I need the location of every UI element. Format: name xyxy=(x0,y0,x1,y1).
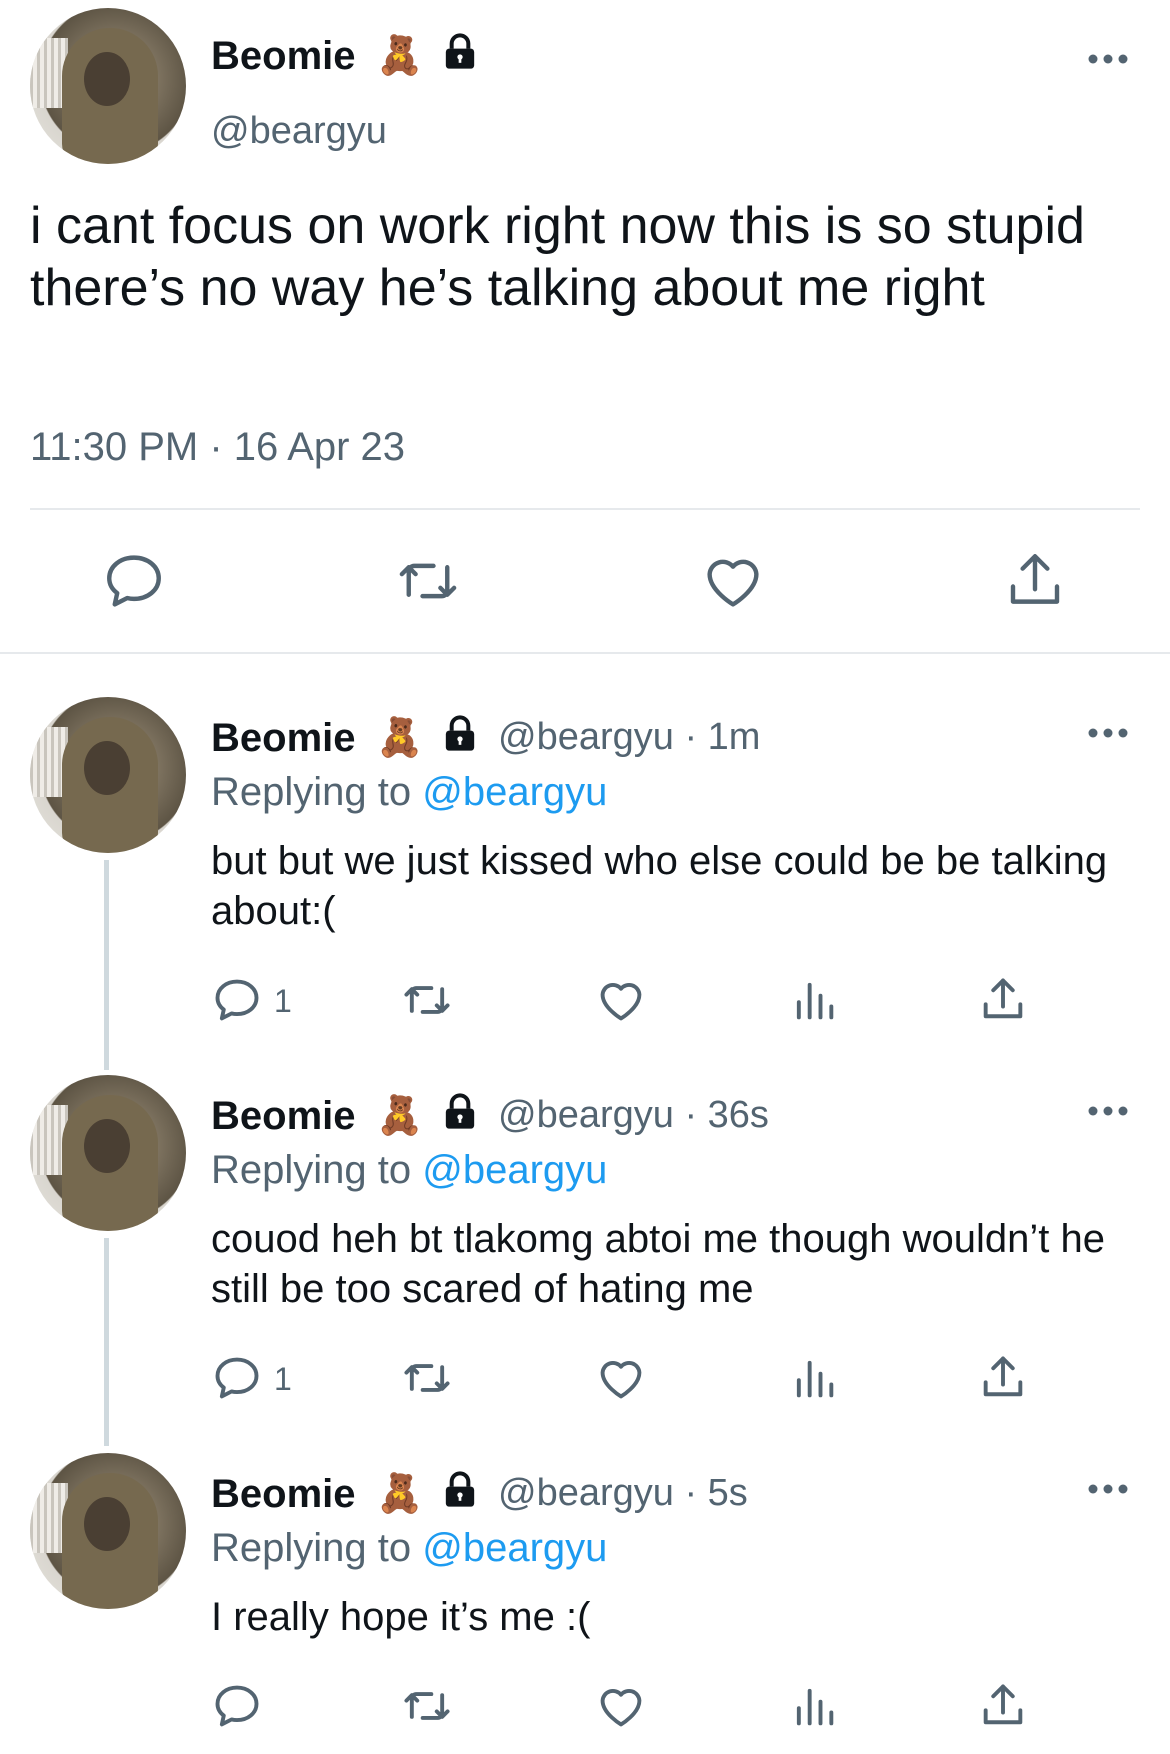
retweet-icon xyxy=(399,563,457,599)
reply-button[interactable] xyxy=(101,548,167,614)
share-button[interactable] xyxy=(977,1352,1029,1404)
tweet-text: couod heh bt tlakomg abtoi me though wou… xyxy=(211,1217,1105,1311)
replying-to: Replying to @beargyu xyxy=(211,770,607,815)
retweet-icon xyxy=(404,1692,450,1720)
avatar[interactable] xyxy=(30,697,186,853)
timestamp[interactable]: 11:30 PM · 16 Apr 23 xyxy=(30,425,405,470)
mention-link[interactable]: @beargyu xyxy=(422,1526,607,1570)
reply-count: 1 xyxy=(274,983,292,1019)
lock-icon xyxy=(445,715,475,751)
avatar[interactable] xyxy=(30,8,186,164)
ellipsis-icon[interactable] xyxy=(1086,1482,1130,1496)
teddy-bear-emoji: 🧸 xyxy=(376,715,424,759)
tweet-text: i cant focus on work right now this is s… xyxy=(30,197,1085,317)
teddy-bear-emoji: 🧸 xyxy=(376,1093,424,1137)
share-icon xyxy=(983,1356,1023,1397)
heart-icon xyxy=(707,559,759,607)
reply-button[interactable] xyxy=(211,1680,263,1732)
share-icon xyxy=(983,1684,1023,1725)
lock-icon xyxy=(445,1093,475,1129)
replying-to: Replying to @beargyu xyxy=(211,1526,607,1571)
handle-time[interactable]: @beargyu · 36s xyxy=(498,1094,769,1137)
tweet-text: I really hope it’s me :( xyxy=(211,1595,591,1639)
heart-icon xyxy=(600,1689,642,1727)
display-name[interactable]: Beomie xyxy=(211,1094,356,1139)
views-button[interactable] xyxy=(788,1680,840,1732)
teddy-bear-emoji: 🧸 xyxy=(376,1471,424,1515)
retweet-button[interactable] xyxy=(401,974,453,1026)
retweet-icon xyxy=(404,986,450,1014)
reply-count: 1 xyxy=(274,1361,292,1397)
retweet-button[interactable] xyxy=(401,1352,453,1404)
reply-button[interactable] xyxy=(211,1352,263,1404)
like-button[interactable] xyxy=(595,1352,647,1404)
bar-chart-icon xyxy=(796,1688,834,1726)
retweet-button[interactable] xyxy=(395,548,461,614)
lock-icon xyxy=(445,1471,475,1507)
replying-to-label: Replying to xyxy=(211,1148,423,1192)
handle-time[interactable]: @beargyu · 5s xyxy=(498,1472,748,1515)
bar-chart-icon xyxy=(796,982,834,1020)
share-button[interactable] xyxy=(977,974,1029,1026)
heart-icon xyxy=(600,983,642,1021)
views-button[interactable] xyxy=(788,974,840,1026)
divider xyxy=(0,652,1170,654)
thread-line xyxy=(104,1238,109,1446)
replying-to: Replying to @beargyu xyxy=(211,1148,607,1193)
ellipsis-icon[interactable] xyxy=(1086,726,1130,740)
bar-chart-icon xyxy=(796,1360,834,1398)
speech-bubble-icon xyxy=(215,1685,259,1727)
handle-time[interactable]: @beargyu · 1m xyxy=(498,716,760,759)
avatar[interactable] xyxy=(30,1075,186,1231)
like-button[interactable] xyxy=(595,1680,647,1732)
like-button[interactable] xyxy=(700,548,766,614)
thread-line xyxy=(104,860,109,1070)
share-button[interactable] xyxy=(1002,548,1068,614)
speech-bubble-icon xyxy=(215,1357,259,1399)
display-name[interactable]: Beomie xyxy=(211,716,356,761)
divider xyxy=(30,508,1140,510)
share-button[interactable] xyxy=(977,1680,1029,1732)
display-name[interactable]: Beomie xyxy=(211,1472,356,1517)
display-name[interactable]: Beomie xyxy=(211,34,356,79)
mention-link[interactable]: @beargyu xyxy=(422,770,607,814)
handle[interactable]: @beargyu xyxy=(211,110,387,153)
speech-bubble-icon xyxy=(107,555,161,607)
retweet-button[interactable] xyxy=(401,1680,453,1732)
teddy-bear-emoji: 🧸 xyxy=(376,33,424,77)
retweet-icon xyxy=(404,1364,450,1392)
share-icon xyxy=(1010,554,1060,604)
tweet-text: but but we just kissed who else could be… xyxy=(211,839,1108,933)
share-icon xyxy=(983,978,1023,1019)
reply-button[interactable] xyxy=(211,974,263,1026)
replying-to-label: Replying to xyxy=(211,1526,423,1570)
replying-to-label: Replying to xyxy=(211,770,423,814)
ellipsis-icon[interactable] xyxy=(1086,52,1130,66)
avatar[interactable] xyxy=(30,1453,186,1609)
ellipsis-icon[interactable] xyxy=(1086,1104,1130,1118)
speech-bubble-icon xyxy=(215,979,259,1021)
heart-icon xyxy=(600,1361,642,1399)
like-button[interactable] xyxy=(595,974,647,1026)
lock-icon xyxy=(445,33,475,69)
views-button[interactable] xyxy=(788,1352,840,1404)
mention-link[interactable]: @beargyu xyxy=(422,1148,607,1192)
